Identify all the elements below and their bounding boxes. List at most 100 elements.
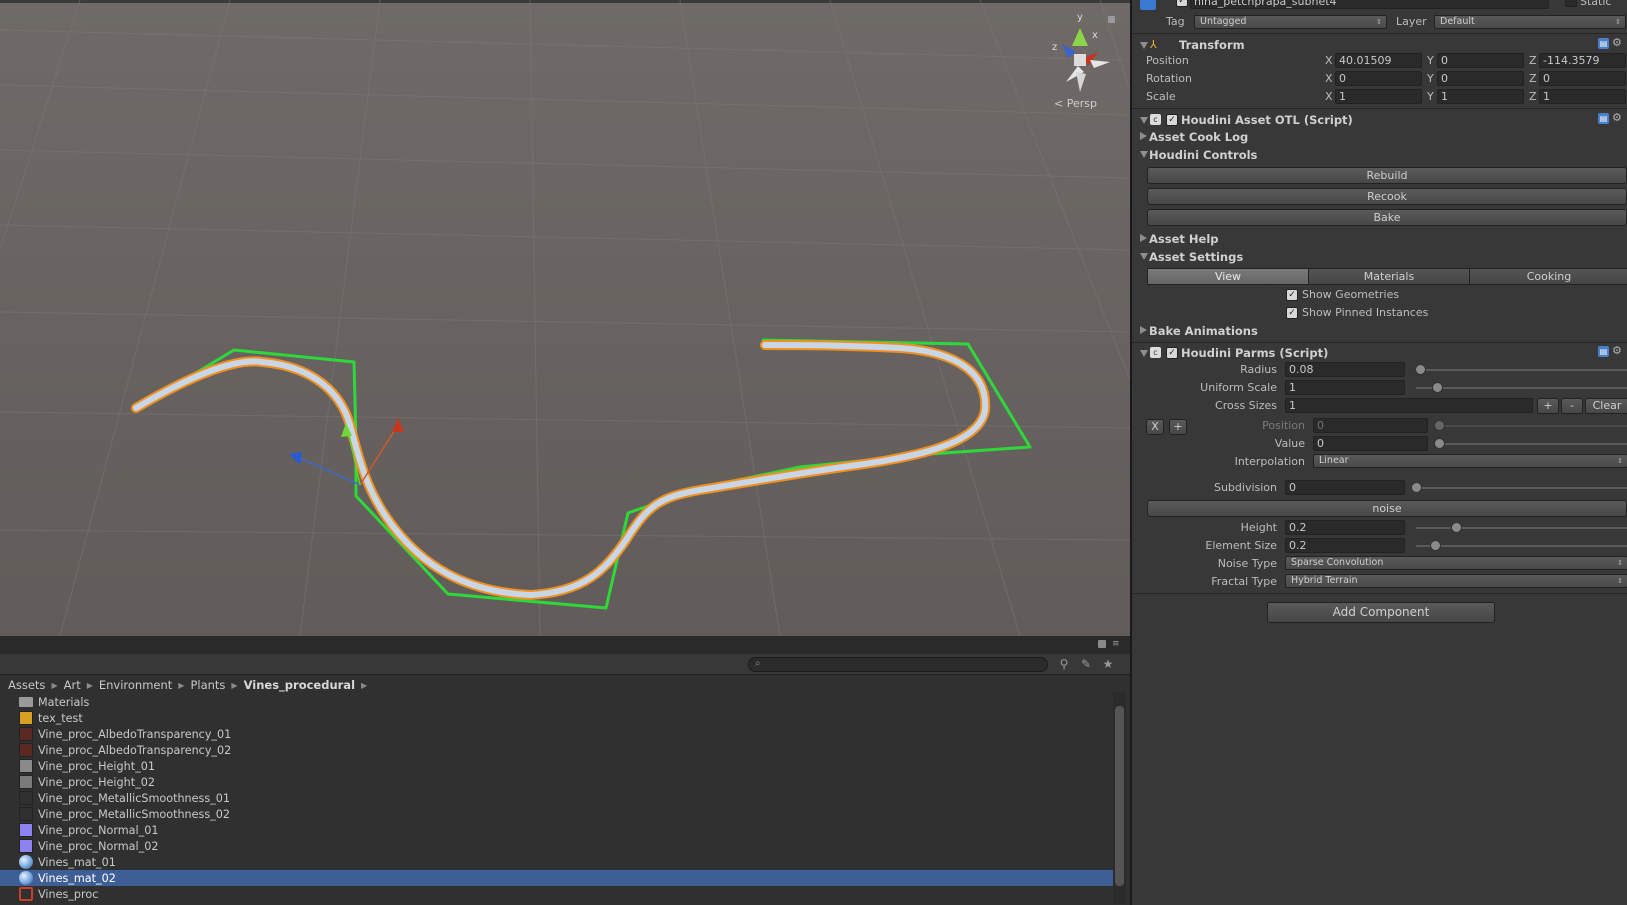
- asset-list-item[interactable]: Vines_proc: [0, 886, 1113, 902]
- height-field[interactable]: 0.2: [1285, 520, 1405, 535]
- position-y-field[interactable]: 0: [1437, 53, 1524, 68]
- settings-gear-icon[interactable]: ⚙: [1612, 111, 1622, 124]
- viewport-lock-icon[interactable]: [1108, 16, 1115, 23]
- static-checkbox[interactable]: [1565, 0, 1577, 7]
- element-size-slider-knob[interactable]: [1430, 540, 1441, 551]
- houdini-asset-title[interactable]: Houdini Asset OTL (Script): [1181, 113, 1353, 127]
- help-book-icon[interactable]: ▤: [1598, 346, 1609, 357]
- tab-materials[interactable]: Materials: [1308, 268, 1470, 285]
- ramp-delete-button[interactable]: X: [1146, 419, 1164, 435]
- asset-list-item[interactable]: Vine_proc_MetallicSmoothness_01: [0, 790, 1113, 806]
- recook-button[interactable]: Recook: [1147, 188, 1627, 205]
- asset-list-item[interactable]: Vine_proc_Normal_02: [0, 838, 1113, 854]
- tag-dropdown[interactable]: Untagged ⇕: [1194, 15, 1387, 29]
- settings-gear-icon[interactable]: ⚙: [1612, 36, 1622, 49]
- asset-list-item[interactable]: Vine_proc_AlbedoTransparency_02: [0, 742, 1113, 758]
- panel-menu-icon[interactable]: ≡: [1112, 639, 1120, 649]
- ramp-position-slider-track[interactable]: [1438, 425, 1627, 427]
- rebuild-button[interactable]: Rebuild: [1147, 167, 1627, 184]
- help-book-icon[interactable]: ▤: [1598, 38, 1609, 49]
- asset-settings-foldout[interactable]: Asset Settings: [1149, 250, 1243, 264]
- uniform-scale-slider-track[interactable]: [1416, 387, 1627, 389]
- asset-list-item[interactable]: Materials: [0, 694, 1113, 710]
- rotation-z-field[interactable]: 0: [1539, 71, 1626, 86]
- foldout-down-icon[interactable]: [1140, 253, 1148, 260]
- tab-view[interactable]: View: [1147, 268, 1309, 285]
- subdivision-field[interactable]: 0: [1285, 480, 1405, 495]
- ramp-value-slider-knob[interactable]: [1434, 438, 1445, 449]
- scene-viewport[interactable]: y x z < Persp: [0, 0, 1130, 636]
- ramp-value-slider-track[interactable]: [1438, 443, 1627, 445]
- breadcrumb-item[interactable]: Assets: [8, 678, 45, 692]
- cross-sizes-add-button[interactable]: +: [1537, 398, 1559, 414]
- foldout-right-icon[interactable]: [1140, 234, 1147, 242]
- asset-list-item[interactable]: Vines_mat_01: [0, 854, 1113, 870]
- noise-folder-header[interactable]: noise: [1147, 500, 1627, 517]
- cross-sizes-remove-button[interactable]: -: [1561, 398, 1583, 414]
- cross-sizes-clear-button[interactable]: Clear: [1585, 398, 1627, 414]
- persp-label[interactable]: < Persp: [1054, 97, 1097, 110]
- uniform-scale-slider-knob[interactable]: [1432, 382, 1444, 393]
- settings-gear-icon[interactable]: ⚙: [1612, 344, 1622, 357]
- asset-cook-log-foldout[interactable]: Asset Cook Log: [1149, 130, 1248, 144]
- subdivision-slider-track[interactable]: [1416, 487, 1627, 489]
- favorite-star-icon[interactable]: ★: [1100, 656, 1116, 672]
- breadcrumb-item[interactable]: Art: [64, 678, 81, 692]
- filter-type-icon[interactable]: ⚲: [1056, 656, 1072, 672]
- foldout-down-icon[interactable]: [1140, 42, 1148, 49]
- scene-canvas[interactable]: y x z: [0, 0, 1130, 636]
- asset-help-foldout[interactable]: Asset Help: [1149, 232, 1219, 246]
- object-name-field[interactable]: nina_petchprapa_subnet4: [1190, 0, 1549, 9]
- asset-list-item[interactable]: Vine_proc_MetallicSmoothness_02: [0, 806, 1113, 822]
- ramp-position-field[interactable]: 0: [1313, 418, 1428, 433]
- bake-animations-foldout[interactable]: Bake Animations: [1149, 324, 1258, 338]
- rotation-y-field[interactable]: 0: [1437, 71, 1524, 86]
- houdini-parms-title[interactable]: Houdini Parms (Script): [1181, 346, 1328, 360]
- scale-y-field[interactable]: 1: [1437, 89, 1524, 104]
- help-book-icon[interactable]: ▤: [1598, 113, 1609, 124]
- project-search-input[interactable]: ⌕: [748, 657, 1048, 672]
- asset-list-item[interactable]: tex_test: [0, 710, 1113, 726]
- add-component-button[interactable]: Add Component: [1267, 602, 1495, 623]
- houdini-parms-enabled-checkbox[interactable]: ✓: [1166, 347, 1178, 359]
- houdini-controls-foldout[interactable]: Houdini Controls: [1149, 148, 1257, 162]
- noise-type-dropdown[interactable]: Sparse Convolution ⇕: [1285, 556, 1627, 570]
- transform-title[interactable]: Transform: [1179, 38, 1245, 52]
- ramp-value-field[interactable]: 0: [1313, 436, 1428, 451]
- show-pinned-checkbox[interactable]: ✓: [1286, 307, 1298, 319]
- foldout-right-icon[interactable]: [1140, 326, 1147, 334]
- layer-dropdown[interactable]: Default ⇕: [1434, 15, 1626, 29]
- asset-list-item[interactable]: Vines_mat_02: [0, 870, 1113, 886]
- asset-list-scrollbar[interactable]: [1113, 692, 1126, 904]
- breadcrumb-current[interactable]: Vines_procedural: [244, 678, 355, 692]
- tab-cooking[interactable]: Cooking: [1469, 268, 1627, 285]
- uniform-scale-field[interactable]: 1: [1285, 380, 1405, 395]
- houdini-asset-enabled-checkbox[interactable]: ✓: [1166, 114, 1178, 126]
- asset-list-item[interactable]: Vine_proc_Normal_01: [0, 822, 1113, 838]
- cross-sizes-field[interactable]: 1: [1285, 398, 1533, 413]
- fractal-type-dropdown[interactable]: Hybrid Terrain ⇕: [1285, 574, 1627, 588]
- foldout-down-icon[interactable]: [1140, 117, 1148, 124]
- radius-field[interactable]: 0.08: [1285, 362, 1405, 377]
- active-checkbox[interactable]: ✓: [1176, 0, 1188, 7]
- interpolation-dropdown[interactable]: Linear ⇕: [1313, 454, 1627, 468]
- label-tag-icon[interactable]: ✎: [1078, 656, 1094, 672]
- ramp-position-slider-knob[interactable]: [1434, 420, 1445, 431]
- scrollbar-thumb[interactable]: [1115, 706, 1124, 886]
- bake-button[interactable]: Bake: [1147, 209, 1627, 226]
- element-size-slider-track[interactable]: [1416, 545, 1627, 547]
- height-slider-knob[interactable]: [1451, 522, 1462, 533]
- element-size-field[interactable]: 0.2: [1285, 538, 1405, 553]
- radius-slider-knob[interactable]: [1415, 364, 1427, 375]
- radius-slider-track[interactable]: [1416, 369, 1627, 371]
- breadcrumb-item[interactable]: Plants: [190, 678, 225, 692]
- asset-list-item[interactable]: Vine_proc_AlbedoTransparency_01: [0, 726, 1113, 742]
- scale-z-field[interactable]: 1: [1539, 89, 1626, 104]
- height-slider-track[interactable]: [1416, 527, 1627, 529]
- subdivision-slider-knob[interactable]: [1411, 482, 1422, 493]
- ramp-add-button[interactable]: +: [1169, 419, 1187, 435]
- panel-lock-icon[interactable]: [1098, 640, 1106, 648]
- show-geometries-checkbox[interactable]: ✓: [1286, 289, 1298, 301]
- foldout-down-icon[interactable]: [1140, 151, 1148, 158]
- foldout-right-icon[interactable]: [1140, 132, 1147, 140]
